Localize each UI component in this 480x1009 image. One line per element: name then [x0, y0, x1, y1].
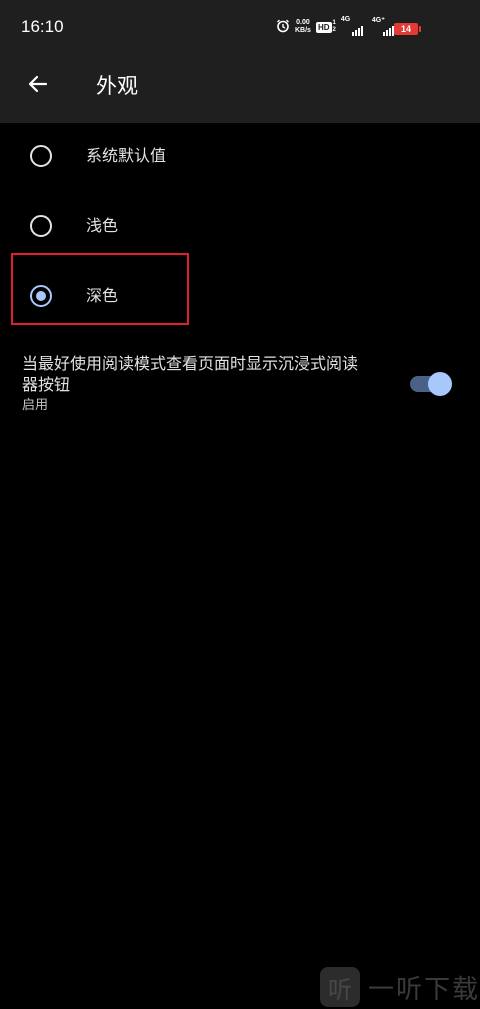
- radio-button-selected[interactable]: [30, 285, 52, 307]
- screen: 16:10 0.00 KB/s HD 1 2 4G 4G⁺ 14 外观 系统默认…: [0, 0, 480, 1009]
- hd-badge: HD 1 2: [315, 20, 336, 34]
- reader-button-setting-subtitle: 启用: [22, 398, 49, 413]
- page-title: 外观: [96, 74, 138, 98]
- app-bar: 外观: [0, 48, 480, 123]
- hd-label: HD: [315, 21, 332, 33]
- theme-option-system-default[interactable]: 系统默认值: [0, 123, 480, 193]
- theme-option-light[interactable]: 浅色: [0, 193, 480, 263]
- sim1-signal-icon: 4G: [340, 16, 363, 36]
- theme-option-label: 浅色: [86, 216, 119, 235]
- reader-button-toggle[interactable]: [410, 372, 454, 396]
- status-icons: 0.00 KB/s HD 1 2 4G 4G⁺: [276, 16, 394, 38]
- sim2-signal-icon: 4G⁺: [371, 17, 394, 36]
- watermark-text: 一听下载: [368, 974, 480, 1005]
- hd-numbers: 1 2: [333, 20, 336, 34]
- watermark: 听 一听下载: [320, 965, 480, 1009]
- toggle-thumb: [428, 372, 452, 396]
- status-time: 16:10: [21, 17, 64, 36]
- sim1-network-label: 4G: [340, 16, 351, 23]
- hd-num-bottom: 2: [332, 27, 336, 33]
- watermark-logo: 听: [320, 967, 360, 1007]
- reader-button-setting[interactable]: 当最好使用阅读模式查看页面时显示沉浸式阅读器按钮 启用: [0, 348, 480, 420]
- net-speed-value: 0.00: [296, 19, 310, 26]
- sim2-network-label: 4G⁺: [371, 17, 385, 24]
- battery-icon: 14: [394, 23, 421, 35]
- back-button[interactable]: [14, 62, 62, 110]
- status-bar: 16:10 0.00 KB/s HD 1 2 4G 4G⁺ 14: [0, 0, 480, 48]
- alarm-icon: [276, 18, 290, 37]
- net-speed-unit: KB/s: [295, 27, 311, 34]
- radio-button-unselected[interactable]: [30, 215, 52, 237]
- theme-option-label: 深色: [86, 286, 119, 305]
- radio-button-unselected[interactable]: [30, 145, 52, 167]
- net-speed: 0.00 KB/s: [295, 19, 311, 35]
- theme-option-label: 系统默认值: [86, 146, 167, 165]
- hd-num-top: 1: [332, 20, 336, 26]
- reader-button-setting-title: 当最好使用阅读模式查看页面时显示沉浸式阅读器按钮: [22, 354, 359, 394]
- theme-option-dark[interactable]: 深色: [0, 263, 480, 333]
- battery-level: 14: [400, 24, 411, 34]
- arrow-left-icon: [26, 72, 50, 100]
